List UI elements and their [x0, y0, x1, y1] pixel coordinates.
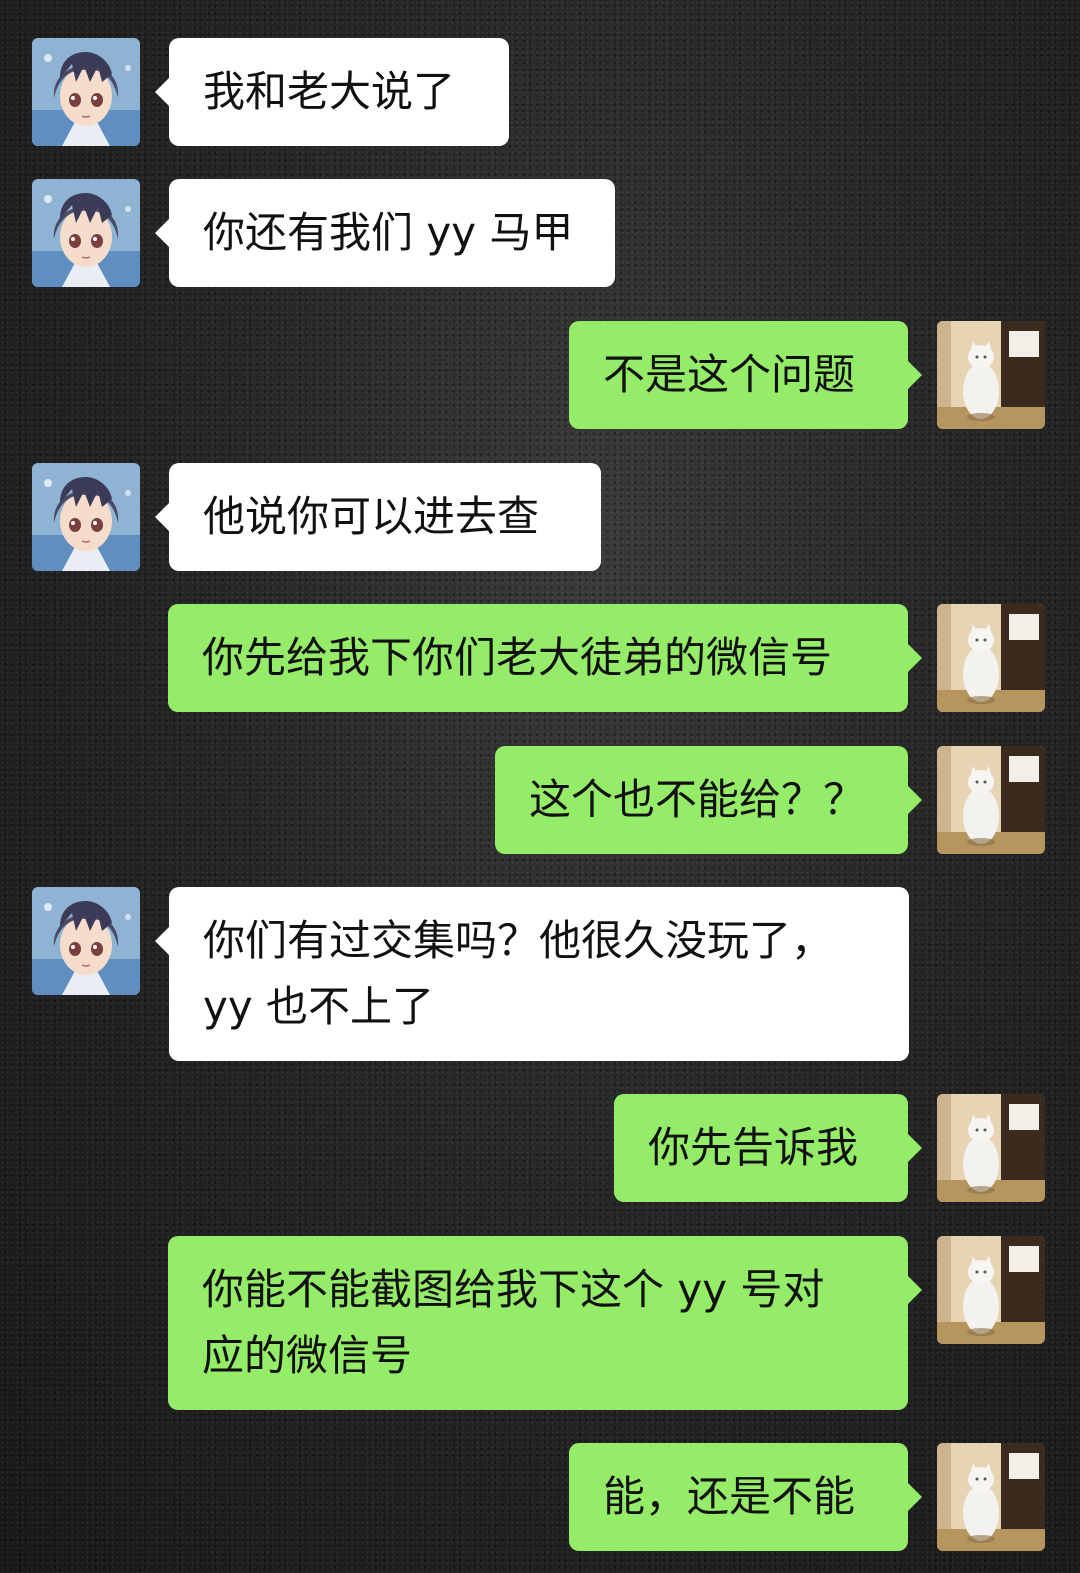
message-bubble-outgoing[interactable]: 你先告诉我: [614, 1094, 922, 1202]
contact-avatar[interactable]: [32, 463, 140, 571]
contact-avatar[interactable]: [32, 887, 140, 995]
message-bubble-outgoing[interactable]: 这个也不能给？？: [495, 746, 922, 854]
self-avatar[interactable]: [937, 1094, 1045, 1202]
self-avatar[interactable]: [937, 604, 1045, 712]
message-bubble-incoming[interactable]: 你们有过交集吗？他很久没玩了， yy 也不上了: [155, 887, 909, 1061]
self-avatar[interactable]: [937, 1236, 1045, 1344]
anime-girl-avatar-icon: [32, 179, 140, 287]
message-bubble-outgoing[interactable]: 不是这个问题: [569, 321, 922, 429]
anime-girl-avatar-icon: [32, 38, 140, 146]
message-bubble-incoming[interactable]: 我和老大说了: [155, 38, 509, 146]
message-bubble-incoming[interactable]: 他说你可以进去查: [155, 463, 601, 571]
message-bubble-outgoing[interactable]: 你能不能截图给我下这个 yy 号对 应的微信号: [168, 1236, 922, 1410]
white-cat-avatar-icon: [937, 321, 1045, 429]
self-avatar[interactable]: [937, 746, 1045, 854]
message-bubble-incoming[interactable]: 你还有我们 yy 马甲: [155, 179, 615, 287]
contact-avatar[interactable]: [32, 179, 140, 287]
white-cat-avatar-icon: [937, 1236, 1045, 1344]
white-cat-avatar-icon: [937, 604, 1045, 712]
contact-avatar[interactable]: [32, 38, 140, 146]
anime-girl-avatar-icon: [32, 463, 140, 571]
message-bubble-outgoing[interactable]: 你先给我下你们老大徒弟的微信号: [168, 604, 922, 712]
white-cat-avatar-icon: [937, 746, 1045, 854]
chat-message-list[interactable]: 我和老大说了 你还有我们 yy 马甲 不是这个问题 他说你可以进去查 你先给我下…: [0, 0, 1080, 1573]
message-bubble-outgoing[interactable]: 能，还是不能: [569, 1443, 922, 1551]
self-avatar[interactable]: [937, 1443, 1045, 1551]
white-cat-avatar-icon: [937, 1094, 1045, 1202]
white-cat-avatar-icon: [937, 1443, 1045, 1551]
anime-girl-avatar-icon: [32, 887, 140, 995]
self-avatar[interactable]: [937, 321, 1045, 429]
